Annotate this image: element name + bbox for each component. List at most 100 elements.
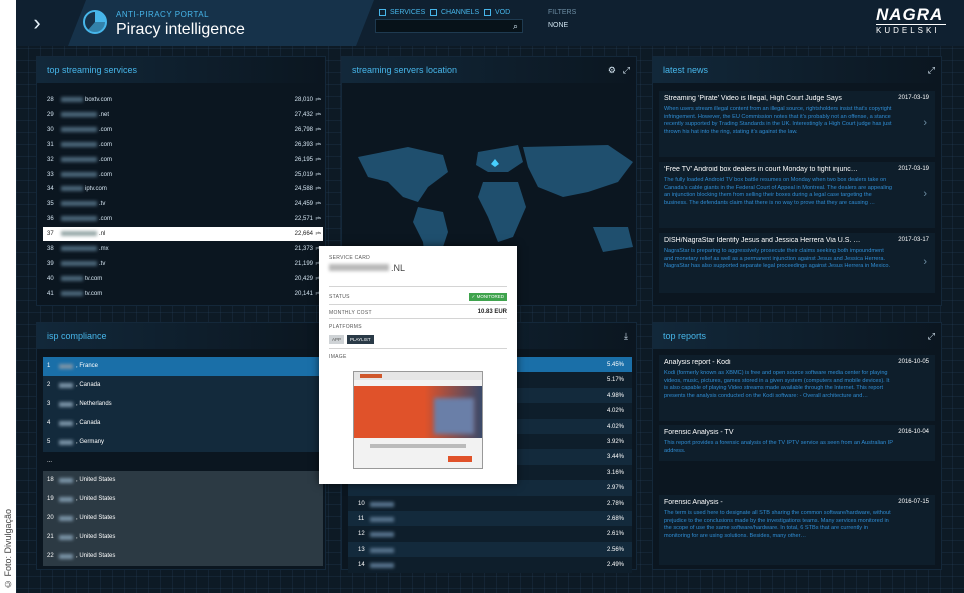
rank: 29 (47, 111, 54, 118)
score-unit: pts (315, 185, 321, 191)
list-item[interactable]: 36 .com 22,571 pts (43, 212, 323, 226)
news-date: 2017-03-19 (898, 166, 929, 172)
score-value: 25,019 (294, 171, 313, 178)
blurred-name (59, 364, 73, 369)
rank: 40 (47, 275, 54, 282)
table-row[interactable]: 20 , United States (43, 509, 323, 528)
report-title[interactable]: Analysis report - Kodi (664, 359, 884, 366)
blurred-name (370, 563, 394, 569)
score-value: 28,010 (294, 97, 313, 103)
filter-vod-checkbox[interactable]: VOD (484, 9, 510, 16)
expand-icon[interactable]: ⤢ (928, 65, 935, 76)
list-item[interactable]: 29 .net 27,432 pts (43, 108, 323, 122)
blurred-name (61, 156, 97, 162)
search-input[interactable]: ⌕ (375, 19, 523, 33)
news-summary: The fully loaded Android TV box battle r… (664, 177, 893, 206)
blurred-name (59, 497, 73, 502)
news-title[interactable]: DISH/NagraStar Identify Jesus and Jessic… (664, 237, 884, 244)
rank: 5 (47, 439, 51, 445)
chevron-right-icon[interactable]: › (923, 117, 927, 129)
service-name: .com (99, 126, 113, 133)
list-item[interactable]: 32 .com 26,195 pts (43, 153, 323, 167)
page-title: Piracy intelligence (116, 21, 245, 38)
list-item[interactable]: 30 .com 26,798 pts (43, 123, 323, 137)
list-item[interactable]: 40tv.com20,429pts (43, 272, 323, 286)
chevron-right-icon[interactable]: › (923, 256, 927, 268)
score-unit: pts (315, 200, 321, 206)
blurred-name (61, 126, 97, 132)
service-name: .NL (391, 263, 406, 273)
list-item[interactable]: 28 boxtv.com 28,010 pts (43, 93, 323, 107)
report-item[interactable]: Analysis report - Kodi 2016-10-05 Kodi (fo… (659, 355, 935, 421)
table-row[interactable]: 12 2.61% (348, 526, 632, 543)
isp-compliance-panel: isp compliance 1 , France 2 , Canada 3 , Neth… (36, 322, 326, 570)
expand-icon[interactable]: ⤢ (623, 65, 630, 76)
compliance-value: 2.78% (606, 500, 624, 507)
filters-value[interactable]: NONE (548, 22, 568, 29)
report-item[interactable]: Forensic Analysis - 2016-07-15 The term is… (659, 495, 935, 565)
chevron-right-icon[interactable]: › (16, 0, 58, 46)
table-row[interactable]: 13 2.56% (348, 541, 632, 558)
blurred-name (61, 201, 97, 207)
score-value: 20,429 (294, 275, 313, 282)
list-item[interactable]: 41tv.com20,141pts (43, 287, 323, 301)
search-icon[interactable]: ⌕ (513, 21, 518, 32)
blurred-name (61, 97, 83, 102)
rank: 31 (47, 141, 54, 148)
news-title[interactable]: Streaming ‘Pirate’ Video is Illegal, Hig… (664, 95, 884, 102)
service-name: .tv (99, 260, 106, 267)
report-summary: The term is used here to designate all S… (664, 510, 891, 539)
list-item[interactable]: 35 .tv 24,459 pts (43, 197, 323, 211)
table-row[interactable]: 5 , Germany (43, 433, 323, 452)
list-item[interactable]: 38.mx21,373pts (43, 242, 323, 256)
blurred-name (59, 535, 73, 540)
gear-icon[interactable]: ⚙ (608, 65, 616, 76)
table-row[interactable]: 4 , Canada (43, 414, 323, 433)
filter-services-checkbox[interactable]: SERVICES (379, 9, 425, 16)
service-name: .net (99, 111, 110, 118)
table-row[interactable]: 3 , Netherlands (43, 395, 323, 414)
download-icon[interactable]: ⤓ (624, 331, 628, 342)
score-value: 26,798 (294, 126, 313, 133)
news-item[interactable]: Streaming ‘Pirate’ Video is Illegal, Hig… (659, 91, 935, 157)
filter-channels-checkbox[interactable]: CHANNELS (430, 9, 479, 16)
news-item[interactable]: ‘Free TV’ Android box dealers in court M… (659, 162, 935, 228)
chevron-right-icon[interactable]: › (923, 188, 927, 200)
expand-icon[interactable]: ⤢ (928, 331, 935, 342)
blurred-name (59, 478, 73, 483)
blurred-name (370, 501, 394, 507)
service-screenshot-image[interactable] (353, 371, 483, 469)
compliance-value: 2.56% (606, 546, 624, 553)
image-label: IMAGE (329, 354, 347, 360)
table-row[interactable]: 19 , United States (43, 490, 323, 509)
score-unit: pts (315, 215, 321, 221)
blurred-name (59, 383, 73, 388)
list-item[interactable]: 37 .nl 22,664 pts (43, 227, 323, 242)
list-item[interactable]: 39.tv21,199pts (43, 257, 323, 271)
table-row[interactable]: 22 , United States (43, 547, 323, 566)
news-title[interactable]: ‘Free TV’ Android box dealers in court M… (664, 166, 884, 173)
table-row[interactable]: 2 , Canada (43, 376, 323, 395)
report-item[interactable]: Forensic Analysis - TV 2016-10-04 This rep… (659, 425, 935, 461)
report-title[interactable]: Forensic Analysis - (664, 499, 884, 506)
table-row[interactable]: 11 2.68% (348, 511, 632, 527)
blurred-name (370, 532, 394, 538)
report-title[interactable]: Forensic Analysis - TV (664, 429, 884, 436)
table-row[interactable]: 21 , United States (43, 528, 323, 547)
table-row[interactable]: 14 2.49% (348, 557, 632, 574)
table-row[interactable]: 1 , France (43, 357, 323, 376)
table-row[interactable]: 10 2.78% (348, 495, 632, 512)
table-row[interactable]: 18 , United States (43, 471, 323, 490)
score-unit: pts (315, 110, 321, 116)
table-row[interactable]: ... (43, 452, 323, 469)
rank: 20 (47, 515, 54, 521)
app-window: › ANTI-PIRACY PORTAL Piracy intelligence… (16, 0, 964, 593)
list-item[interactable]: 31 .com 26,393 pts (43, 138, 323, 152)
rank: 10 (358, 500, 365, 507)
compliance-value: 2.68% (606, 516, 624, 522)
list-item[interactable]: 34 iptv.com 24,588 pts (43, 182, 323, 196)
platform-tag-app: APP (329, 335, 345, 344)
news-item[interactable]: DISH/NagraStar Identify Jesus and Jessic… (659, 233, 935, 293)
service-name: .com (99, 141, 113, 148)
list-item[interactable]: 33 .com 25,019 pts (43, 168, 323, 182)
